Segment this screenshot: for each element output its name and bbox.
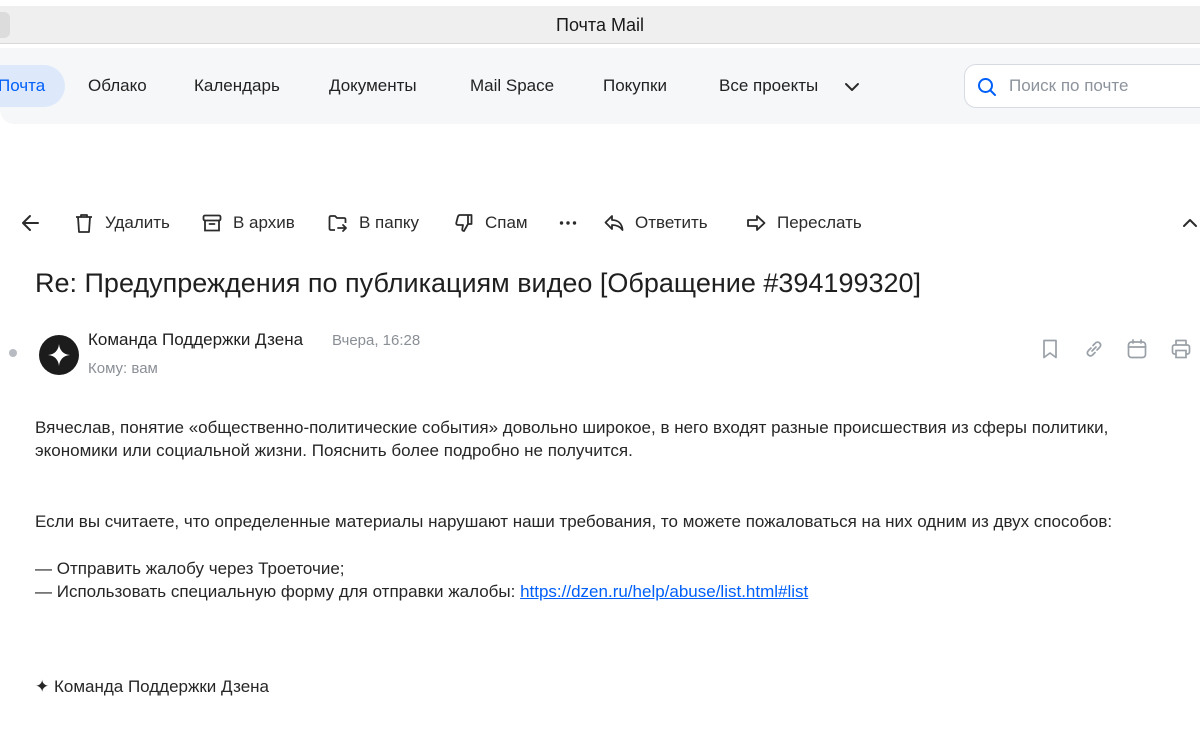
link-icon[interactable] [1083,338,1105,360]
body-paragraph-2: Если вы считаете, что определенные матер… [35,512,1113,531]
body-list-item: — Отправить жалобу через Троеточие; [35,559,345,578]
sender-avatar[interactable] [39,335,79,375]
signature: ✦ Команда Поддержки Дзена [35,677,270,696]
body-line: экономики или социальной жизни. Пояснить… [35,441,633,460]
unread-indicator[interactable] [9,349,17,357]
move-to-folder-button[interactable]: В папку [327,210,419,236]
reply-icon [604,215,624,231]
collapse-button[interactable] [1180,210,1200,236]
search-icon [978,78,996,96]
more-actions-button[interactable] [557,210,579,236]
nav-tab-calendar[interactable]: Календарь [194,65,280,107]
forward-label: Переслать [777,213,862,232]
top-navigation: Почта Облако Календарь Документы Mail Sp… [0,48,1200,124]
nav-tab-cloud[interactable]: Облако [88,65,147,107]
chevron-down-icon[interactable] [843,80,861,94]
delete-button[interactable]: Удалить [73,210,170,236]
thumbs-down-icon [455,214,473,232]
body-paragraph-1: Вячеслав, понятие «общественно-политичес… [35,416,1195,462]
print-icon[interactable] [1170,338,1192,360]
body-list-item-text: — Использовать специальную форму для отп… [35,582,521,601]
trash-icon [76,214,92,233]
body-list-item: — Использовать специальную форму для отп… [35,580,1195,603]
spam-button[interactable]: Спам [453,210,528,236]
chevron-up-icon [1183,219,1197,227]
window-titlebar: Почта Mail [0,6,1200,44]
abuse-form-link[interactable]: https://dzen.ru/help/abuse/list.html#lis… [520,582,808,601]
reply-label: Ответить [635,213,708,232]
message-recipient[interactable]: Кому: вам [88,360,158,377]
message-subject: Re: Предупреждения по публикациям видео … [35,268,922,298]
search-input[interactable] [1007,73,1200,99]
arrow-left-icon [22,215,39,231]
search-box[interactable] [964,64,1200,108]
delete-label: Удалить [105,213,170,232]
calendar-icon[interactable] [1126,338,1148,360]
reply-button[interactable]: Ответить [603,210,708,236]
window-title: Почта Mail [556,15,644,35]
back-button[interactable] [20,210,42,236]
forward-button[interactable]: Переслать [745,210,862,236]
dzen-star-icon [48,344,70,366]
more-horizontal-icon [559,221,577,225]
message-date: Вчера, 16:28 [332,332,421,349]
forward-icon [747,215,766,231]
bookmark-icon[interactable] [1039,338,1061,360]
nav-tab-documents[interactable]: Документы [329,65,417,107]
sender-name[interactable]: Команда Поддержки Дзена [88,330,303,350]
folder-label: В папку [359,213,420,232]
archive-label: В архив [233,213,295,232]
nav-tab-mail-space[interactable]: Mail Space [470,65,554,107]
archive-button[interactable]: В архив [201,210,295,236]
body-list: — Отправить жалобу через Троеточие; — Ис… [35,557,1195,603]
archive-box-icon [202,214,222,232]
message-toolbar: Удалить В архив В папку Спам Ответить Пе… [0,200,1200,246]
spam-label: Спам [485,213,528,232]
body-line: Вячеслав, понятие «общественно-политичес… [35,418,1109,437]
nav-tab-mail[interactable]: Почта [0,65,66,107]
nav-tab-purchases[interactable]: Покупки [603,65,667,107]
nav-tab-all-projects[interactable]: Все проекты [719,65,818,107]
folder-move-icon [328,215,347,232]
